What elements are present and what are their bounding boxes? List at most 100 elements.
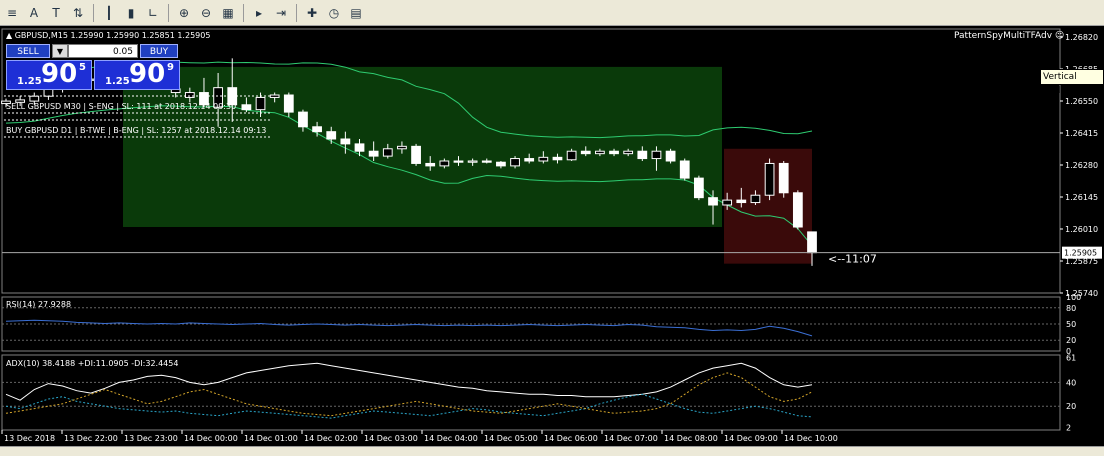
buy-price-box[interactable]: 1.25 90 9 (94, 59, 180, 90)
time-axis-label: 14 Dec 02:00 (304, 434, 358, 443)
candle-body[interactable] (609, 150, 619, 155)
candle-body[interactable] (538, 156, 549, 162)
label-icon[interactable]: T (46, 3, 66, 23)
candle-body[interactable] (623, 150, 634, 155)
candle-body[interactable] (368, 150, 379, 157)
candle-body[interactable] (566, 150, 577, 161)
sell-button[interactable]: SELL (6, 44, 50, 58)
candle-body[interactable] (467, 160, 478, 163)
candle-body[interactable] (29, 95, 40, 102)
candle-body[interactable] (496, 161, 506, 167)
rsi-level-label: 20 (1066, 336, 1076, 345)
candle-body[interactable] (354, 143, 365, 152)
time-axis-label: 14 Dec 03:00 (364, 434, 418, 443)
toolbar-separator (296, 3, 297, 22)
time-axis-label: 13 Dec 22:00 (64, 434, 118, 443)
current-price-label: 1.25905 (1064, 249, 1097, 258)
candle-body[interactable] (283, 94, 294, 113)
buy-price-big: 90 (129, 59, 166, 89)
candle-body[interactable] (411, 145, 421, 164)
zoom-in-icon[interactable]: ⊕ (174, 3, 194, 23)
indicators-icon[interactable]: ✚ (302, 3, 322, 23)
rsi-level-label: 100 (1066, 293, 1081, 302)
candle-body[interactable] (807, 231, 817, 254)
candle-body[interactable] (340, 138, 351, 145)
periods-icon[interactable]: ◷ (324, 3, 344, 23)
candle-body[interactable] (764, 162, 775, 196)
chart-shift-icon[interactable]: ⇥ (271, 3, 291, 23)
sell-price-sup: 5 (79, 62, 86, 73)
zoom-out-icon[interactable]: ⊖ (196, 3, 216, 23)
candle-body[interactable] (595, 150, 605, 155)
candle-body[interactable] (326, 131, 337, 140)
chart-title: ▲ GBPUSD,M15 1.25990 1.25990 1.25851 1.2… (6, 31, 210, 40)
tile-windows-icon[interactable]: ▦ (218, 3, 238, 23)
candle-chart-icon[interactable]: ▮ (121, 3, 141, 23)
candle-body[interactable] (637, 150, 648, 160)
price-axis-label: 1.26820 (1065, 33, 1098, 42)
sell-price-box[interactable]: 1.25 90 5 (6, 59, 92, 90)
candle-timer: <--11:07 (828, 253, 877, 266)
candle-body[interactable] (397, 145, 407, 150)
bar-chart-icon[interactable]: ┃ (99, 3, 119, 23)
toolbar: ≡ A T ⇅ ┃ ▮ ∟ ⊕ ⊖ ▦ ▸ ⇥ ✚ ◷ ▤ (0, 0, 1104, 26)
buy-price-small: 1.25 (105, 76, 130, 87)
menu-icon[interactable]: ≡ (2, 3, 22, 23)
time-axis-label: 14 Dec 01:00 (244, 434, 298, 443)
buy-button[interactable]: BUY (140, 44, 178, 58)
time-axis-label: 14 Dec 07:00 (604, 434, 658, 443)
signal-text: SELL GBPUSD M30 | S-ENG | SL: 111 at 201… (6, 102, 236, 111)
templates-icon[interactable]: ▤ (346, 3, 366, 23)
price-axis-label: 1.26415 (1065, 129, 1098, 138)
candle-body[interactable] (524, 158, 535, 162)
candle-body[interactable] (453, 160, 464, 163)
arrows-icon[interactable]: ⇅ (68, 3, 88, 23)
adx-level-label: 20 (1066, 402, 1076, 411)
signal-text: BUY GBPUSD D1 | B-TWE | B-ENG | SL: 1257… (6, 126, 266, 135)
time-axis-label: 14 Dec 05:00 (484, 434, 538, 443)
sell-price-small: 1.25 (17, 76, 42, 87)
time-axis-label: 14 Dec 06:00 (544, 434, 598, 443)
text-icon[interactable]: A (24, 3, 44, 23)
one-click-trade-panel: SELL ▼ 0.05 BUY 1.25 90 5 1.25 90 9 (6, 44, 180, 90)
candle-body[interactable] (382, 148, 393, 157)
time-axis-label: 14 Dec 04:00 (424, 434, 478, 443)
rsi-label: RSI(14) 27.9288 (6, 300, 71, 309)
candle-body[interactable] (552, 156, 563, 161)
candle-body[interactable] (778, 162, 789, 194)
adx-level-label: 61 (1066, 353, 1076, 362)
candle-body[interactable] (184, 92, 195, 98)
candle-body[interactable] (693, 177, 704, 199)
candle-body[interactable] (241, 104, 252, 111)
time-axis-label: 14 Dec 00:00 (184, 434, 238, 443)
adx-level-label: 40 (1066, 378, 1076, 387)
candle-body[interactable] (255, 96, 266, 111)
candle-body[interactable] (580, 150, 591, 155)
candle-body[interactable] (312, 126, 322, 133)
candle-body[interactable] (651, 150, 662, 160)
candle-body[interactable] (439, 160, 450, 167)
price-chart[interactable]: <--11:07 ▲ GBPUSD,M15 1.25990 1.25990 1.2… (0, 28, 1104, 455)
candle-body[interactable] (269, 94, 280, 98)
vertical-scale-tooltip: Vertical scale (1040, 69, 1104, 96)
adx-line (5, 362, 813, 401)
candle-body[interactable] (750, 194, 761, 204)
time-axis-label: 14 Dec 08:00 (664, 434, 718, 443)
candle-body[interactable] (425, 162, 436, 167)
auto-scroll-icon[interactable]: ▸ (249, 3, 269, 23)
line-chart-icon[interactable]: ∟ (143, 3, 163, 23)
candle-body[interactable] (665, 150, 676, 162)
price-axis-label: 1.26550 (1065, 97, 1098, 106)
candle-body[interactable] (792, 192, 803, 228)
candle-body[interactable] (722, 199, 733, 206)
candle-body[interactable] (298, 111, 308, 128)
candle-body[interactable] (510, 158, 520, 167)
candle-body[interactable] (708, 197, 718, 206)
candle-body[interactable] (736, 199, 747, 204)
toolbar-separator (243, 3, 244, 22)
lot-dropdown-icon[interactable]: ▼ (52, 44, 68, 58)
candle-body[interactable] (481, 160, 492, 163)
candle-body[interactable] (679, 160, 690, 179)
buy-price-sup: 9 (167, 62, 174, 73)
lot-size-input[interactable]: 0.05 (68, 44, 138, 58)
